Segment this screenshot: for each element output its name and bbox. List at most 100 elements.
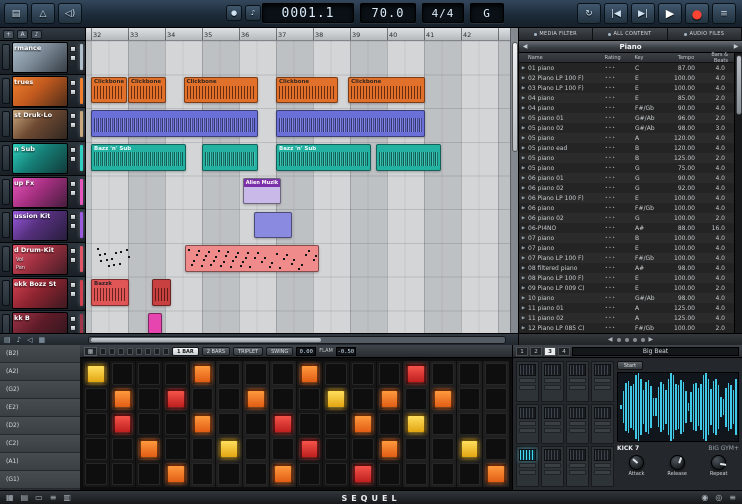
step-cell[interactable] bbox=[138, 363, 161, 385]
strip-slider[interactable] bbox=[569, 378, 586, 383]
browser-row[interactable]: ▶ 06-PI4NO ••• A# 88.00 16.0 bbox=[519, 223, 734, 233]
arrange-horizontal-scrollbar[interactable] bbox=[88, 336, 506, 344]
pad-channel-strip[interactable] bbox=[516, 446, 539, 487]
play-icon[interactable]: ▶ bbox=[519, 136, 528, 141]
arrange-clip[interactable] bbox=[202, 144, 259, 171]
browser-row[interactable]: ▶ 11 piano 02 ••• A 125.00 4.0 bbox=[519, 313, 734, 323]
track-row[interactable]: ussion Kit bbox=[0, 209, 85, 244]
strip-slider[interactable] bbox=[519, 378, 536, 383]
pattern-grid-icon[interactable]: ▦ bbox=[84, 346, 97, 356]
strip-slider[interactable] bbox=[569, 385, 586, 390]
track-row[interactable]: rmance bbox=[0, 41, 85, 75]
play-icon[interactable]: ▶ bbox=[519, 296, 528, 301]
browser-row[interactable]: ▶ 06 piano 02 ••• G 92.00 4.0 bbox=[519, 183, 734, 193]
strip-slider[interactable] bbox=[519, 463, 536, 469]
prev-button[interactable]: |◀ bbox=[604, 3, 628, 24]
active-step-pad[interactable] bbox=[407, 365, 425, 383]
loop-button[interactable]: ↻ bbox=[577, 3, 601, 24]
active-step-pad[interactable] bbox=[167, 465, 185, 483]
browser-row[interactable]: ▶ 06 piano 01 ••• G 90.00 4.0 bbox=[519, 173, 734, 183]
active-step-pad[interactable] bbox=[220, 440, 239, 458]
pad-channel-strip[interactable] bbox=[541, 361, 564, 402]
active-step-pad[interactable] bbox=[167, 390, 185, 408]
step-cell[interactable] bbox=[111, 388, 134, 410]
grid-icon[interactable]: ▦ bbox=[38, 336, 45, 344]
active-step-pad[interactable] bbox=[353, 415, 372, 433]
step-cell[interactable] bbox=[218, 438, 241, 460]
browser-row[interactable]: ▶ 05 piano ••• B 125.00 2.0 bbox=[519, 153, 734, 163]
track-solo-button[interactable] bbox=[70, 156, 76, 163]
track-solo-button[interactable] bbox=[70, 257, 76, 264]
knob-attack[interactable]: Attack bbox=[628, 455, 644, 488]
active-step-pad[interactable] bbox=[113, 415, 132, 433]
step-cell[interactable] bbox=[138, 413, 161, 435]
note-icon[interactable]: ♪ bbox=[17, 336, 21, 344]
play-icon[interactable]: ▶ bbox=[519, 236, 528, 241]
browser-row[interactable]: ▶ 06 piano 02 ••• G 100.00 2.0 bbox=[519, 213, 734, 223]
step-cell[interactable] bbox=[485, 363, 507, 385]
strip-slider[interactable] bbox=[594, 470, 611, 476]
pattern-step-box[interactable] bbox=[136, 347, 142, 355]
arrange-clip[interactable] bbox=[276, 110, 425, 138]
column-header[interactable]: Bars & Beats bbox=[698, 52, 734, 64]
menu-button[interactable]: ≡ bbox=[712, 3, 736, 24]
pager-dot[interactable] bbox=[624, 337, 629, 342]
play-icon[interactable]: ▶ bbox=[519, 196, 528, 201]
step-cell[interactable] bbox=[458, 463, 481, 485]
play-icon[interactable]: ▶ bbox=[519, 216, 528, 221]
piano-icon[interactable]: ▤ bbox=[4, 3, 28, 24]
browser-row[interactable]: ▶ 06 piano ••• F#/Gb 100.00 4.0 bbox=[519, 203, 734, 213]
play-icon[interactable]: ▶ bbox=[519, 96, 528, 101]
step-cell[interactable] bbox=[111, 438, 134, 460]
arrange-clip[interactable]: Bazzk bbox=[91, 278, 129, 306]
browser-row[interactable]: ▶ 07 Piano LP 100 F) ••• F#/Gb 100.00 4.0 bbox=[519, 253, 734, 263]
step-cell[interactable] bbox=[271, 388, 294, 410]
browser-row[interactable]: ▶ 03 Piano LP 100 F) ••• E 100.00 4.0 bbox=[519, 83, 734, 93]
browser-row[interactable]: ▶ 06 Piano LP 100 F) ••• E 100.00 4.0 bbox=[519, 193, 734, 203]
step-cell[interactable] bbox=[351, 388, 374, 410]
speaker-icon[interactable]: ◁ bbox=[27, 336, 32, 344]
step-cell[interactable] bbox=[111, 463, 134, 485]
step-cell[interactable] bbox=[165, 438, 187, 460]
step-cell[interactable] bbox=[378, 413, 401, 435]
step-cell[interactable] bbox=[351, 438, 374, 460]
track-mute-button[interactable] bbox=[70, 214, 76, 221]
step-cell[interactable] bbox=[165, 363, 187, 385]
arrange-clip[interactable] bbox=[152, 278, 172, 306]
play-icon[interactable]: ▶ bbox=[519, 246, 528, 251]
step-cell[interactable] bbox=[245, 363, 267, 385]
step-cell[interactable] bbox=[325, 388, 347, 410]
browser-row[interactable]: ▶ 04 piano ••• F#/Gb 90.00 4.0 bbox=[519, 103, 734, 113]
track-row[interactable]: up Fx bbox=[0, 175, 85, 210]
step-cell[interactable] bbox=[298, 438, 321, 460]
knob-repeat[interactable]: Repeat bbox=[710, 455, 728, 488]
pattern-step-box[interactable] bbox=[127, 347, 133, 355]
key-display[interactable]: G bbox=[470, 3, 504, 23]
column-header[interactable]: Tempo bbox=[662, 55, 698, 61]
step-cell[interactable] bbox=[191, 438, 214, 460]
step-cell[interactable] bbox=[298, 463, 321, 485]
step-cell[interactable] bbox=[271, 413, 294, 435]
tempo-display[interactable]: 70.0 bbox=[360, 3, 416, 23]
step-cell[interactable] bbox=[431, 388, 454, 410]
arrange-clip[interactable] bbox=[95, 245, 135, 272]
play-icon[interactable]: ▶ bbox=[519, 206, 528, 211]
browser-row[interactable]: ▶ 07 piano ••• B 100.00 4.0 bbox=[519, 233, 734, 243]
arrange-clip[interactable]: Bazz 'n' Sub bbox=[91, 144, 187, 171]
step-cell[interactable] bbox=[405, 413, 427, 435]
prev-category-icon[interactable]: ◀ bbox=[519, 41, 531, 53]
pad-channel-strip[interactable] bbox=[541, 446, 564, 487]
browser-row[interactable]: ▶ 05 piano ead ••• B 120.00 4.0 bbox=[519, 143, 734, 153]
scrollbar-thumb[interactable] bbox=[736, 55, 742, 115]
step-cell[interactable] bbox=[218, 413, 241, 435]
step-cell[interactable] bbox=[191, 463, 214, 485]
browser-row[interactable]: ▶ 09 Piano LP 009 C) ••• E 100.00 2.0 bbox=[519, 283, 734, 293]
arrange-grid[interactable]: Clickbone Clickbone Clickbone Clickbone Clic… bbox=[86, 41, 510, 345]
active-step-pad[interactable] bbox=[273, 465, 292, 483]
knob-release[interactable]: Release bbox=[667, 455, 687, 488]
swing-value[interactable]: 0.00 bbox=[296, 346, 317, 356]
step-cell[interactable] bbox=[378, 463, 401, 485]
step-cell[interactable] bbox=[218, 363, 241, 385]
pattern-step-box[interactable] bbox=[154, 347, 160, 355]
pattern-step-box[interactable] bbox=[145, 347, 151, 355]
